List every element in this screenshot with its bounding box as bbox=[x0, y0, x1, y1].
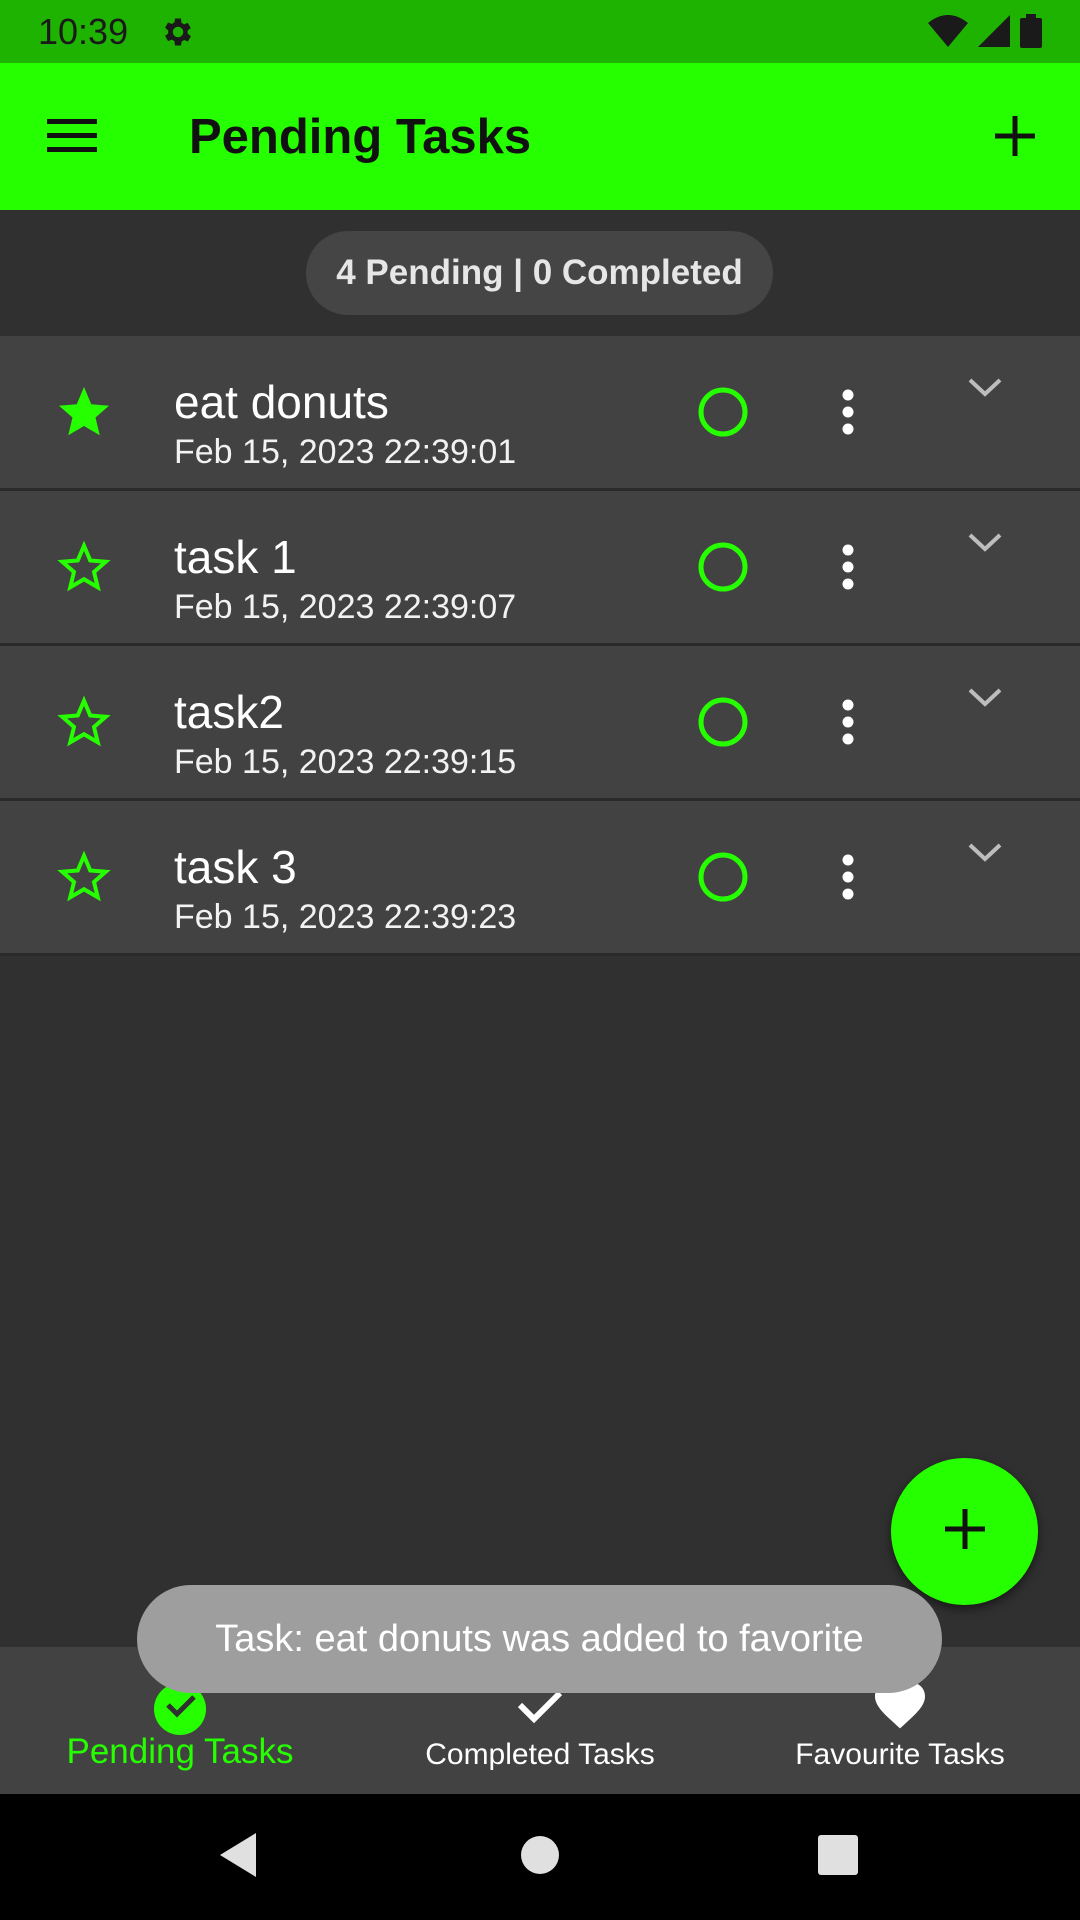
task-summary-chip: 4 Pending | 0 Completed bbox=[306, 231, 773, 315]
plus-icon bbox=[944, 1509, 985, 1554]
more-vert-icon[interactable] bbox=[828, 692, 868, 752]
nav-label: Pending Tasks bbox=[66, 1732, 294, 1771]
wifi-icon bbox=[928, 15, 968, 52]
task-row[interactable]: task 3 Feb 15, 2023 22:39:23 bbox=[0, 801, 1080, 956]
task-title: eat donuts bbox=[174, 376, 389, 428]
plus-icon bbox=[995, 115, 1035, 161]
task-title: task2 bbox=[174, 686, 284, 738]
add-task-fab[interactable] bbox=[891, 1458, 1038, 1605]
settings-icon bbox=[160, 14, 196, 50]
status-time: 10:39 bbox=[38, 11, 129, 52]
chevron-down-icon[interactable] bbox=[960, 362, 1010, 412]
favorite-toast: Task: eat donuts was added to favorite bbox=[137, 1585, 942, 1693]
task-title: task 1 bbox=[174, 531, 297, 583]
complete-circle-icon[interactable] bbox=[695, 849, 751, 905]
recents-icon bbox=[817, 1834, 859, 1881]
back-button[interactable] bbox=[208, 1827, 268, 1887]
more-vert-icon[interactable] bbox=[828, 847, 868, 907]
status-icons bbox=[928, 14, 1042, 53]
star-outline-icon[interactable] bbox=[54, 537, 114, 597]
star-filled-icon[interactable] bbox=[54, 382, 114, 442]
nav-label: Completed Tasks bbox=[425, 1738, 655, 1771]
back-icon bbox=[216, 1831, 260, 1884]
complete-circle-icon[interactable] bbox=[695, 539, 751, 595]
app-bar: Pending Tasks bbox=[0, 63, 1080, 210]
task-date: Feb 15, 2023 22:39:07 bbox=[174, 588, 517, 626]
app-screen: 10:39 Pending Tasks 4 Pending | 0 Comple… bbox=[0, 0, 1080, 1920]
task-list: eat donuts Feb 15, 2023 22:39:01 task 1 … bbox=[0, 336, 1080, 956]
page-title: Pending Tasks bbox=[189, 110, 532, 164]
task-date: Feb 15, 2023 22:39:01 bbox=[174, 433, 517, 471]
task-row[interactable]: task2 Feb 15, 2023 22:39:15 bbox=[0, 646, 1080, 801]
more-vert-icon[interactable] bbox=[828, 537, 868, 597]
nav-label: Favourite Tasks bbox=[795, 1738, 1005, 1771]
chevron-down-icon[interactable] bbox=[960, 517, 1010, 567]
task-row[interactable]: task 1 Feb 15, 2023 22:39:07 bbox=[0, 491, 1080, 646]
home-icon bbox=[520, 1835, 560, 1880]
status-bar: 10:39 bbox=[0, 0, 1080, 63]
battery-icon bbox=[1020, 14, 1042, 53]
menu-button[interactable] bbox=[40, 106, 104, 170]
task-date: Feb 15, 2023 22:39:23 bbox=[174, 898, 517, 936]
task-date: Feb 15, 2023 22:39:15 bbox=[174, 743, 517, 781]
complete-circle-icon[interactable] bbox=[695, 694, 751, 750]
signal-icon bbox=[978, 15, 1010, 52]
add-task-toolbar-button[interactable] bbox=[980, 103, 1050, 173]
chevron-down-icon[interactable] bbox=[960, 672, 1010, 722]
more-vert-icon[interactable] bbox=[828, 382, 868, 442]
home-button[interactable] bbox=[510, 1827, 570, 1887]
complete-circle-icon[interactable] bbox=[695, 384, 751, 440]
hamburger-menu-icon bbox=[47, 117, 97, 160]
chevron-down-icon[interactable] bbox=[960, 827, 1010, 877]
recents-button[interactable] bbox=[808, 1827, 868, 1887]
star-outline-icon[interactable] bbox=[54, 692, 114, 752]
star-outline-icon[interactable] bbox=[54, 847, 114, 907]
system-navigation-bar bbox=[0, 1794, 1080, 1920]
task-title: task 3 bbox=[174, 841, 297, 893]
task-row[interactable]: eat donuts Feb 15, 2023 22:39:01 bbox=[0, 336, 1080, 491]
